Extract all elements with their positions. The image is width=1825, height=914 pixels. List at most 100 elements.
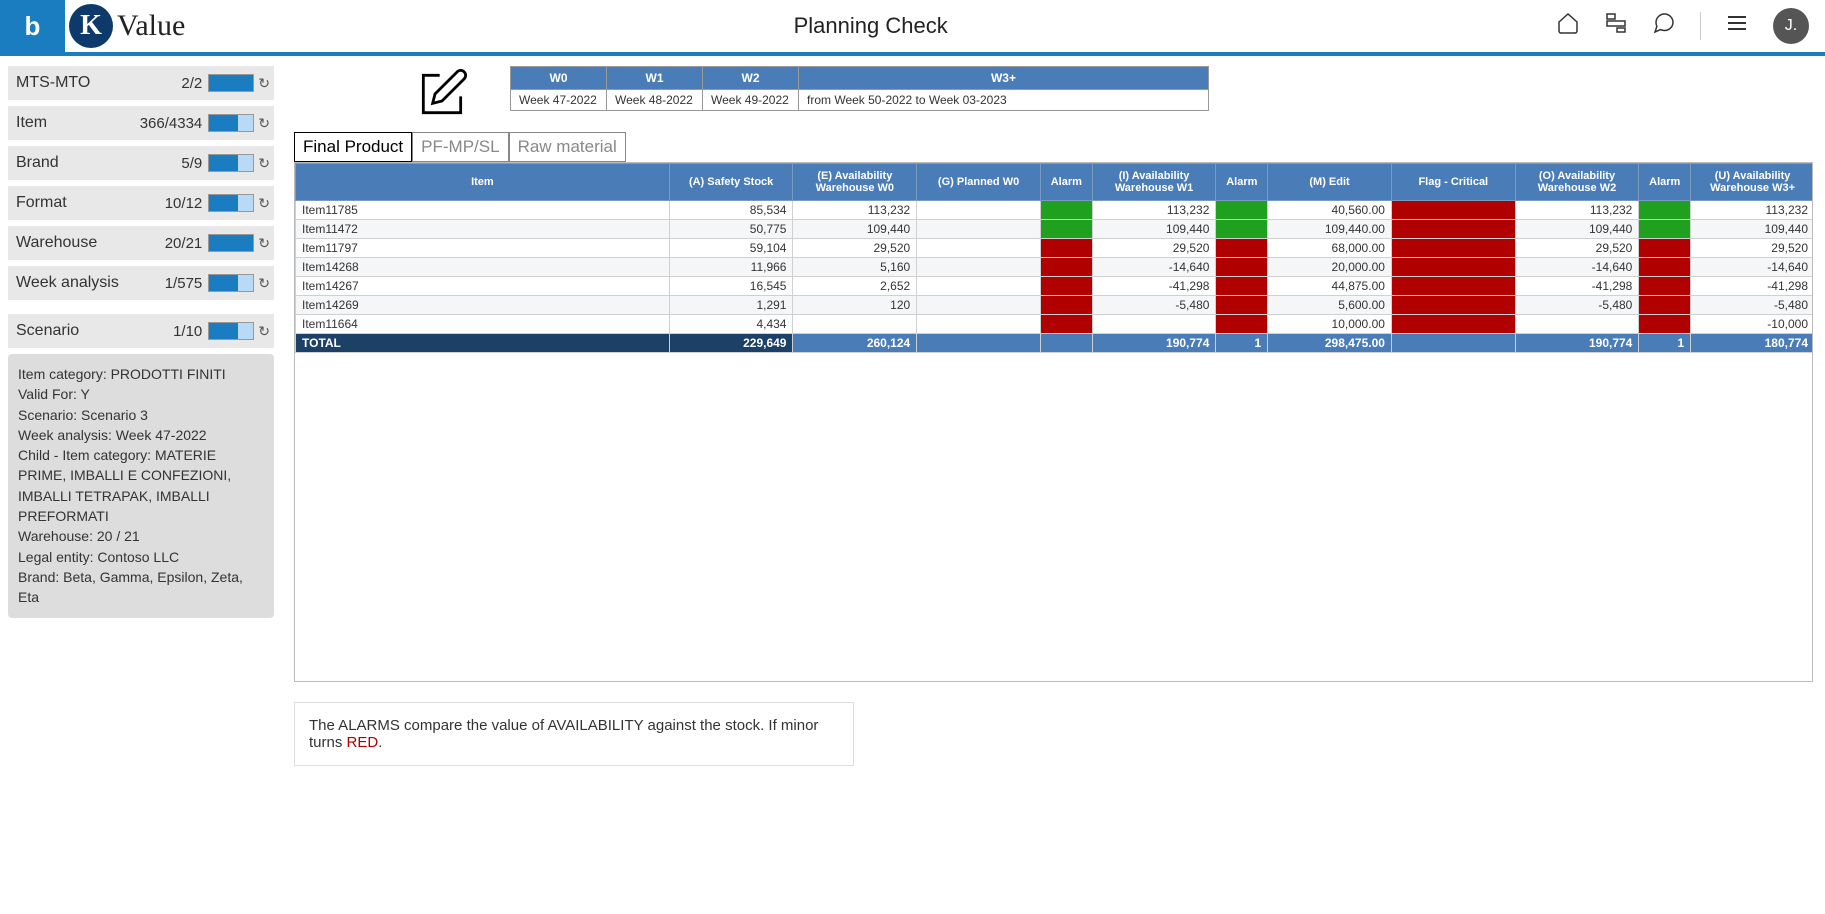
col-header[interactable]: (I) Availability Warehouse W1 (1092, 164, 1216, 201)
info-line: Warehouse: 20 / 21 (18, 526, 264, 546)
cell: 29,520 (1691, 239, 1813, 258)
cell: -14,640 (1515, 258, 1639, 277)
cell: -14,640 (1691, 258, 1813, 277)
filter-bar (208, 74, 254, 92)
cell (917, 277, 1041, 296)
cell (917, 296, 1041, 315)
alarm-cell (1639, 296, 1691, 315)
col-header[interactable]: (E) Availability Warehouse W0 (793, 164, 917, 201)
table-row[interactable]: Item1426811,9665,160-14,64020,000.00-14,… (296, 258, 1814, 277)
table-row[interactable]: Item1178585,534113,232113,23240,560.0011… (296, 201, 1814, 220)
tabs: Final ProductPF-MP/SLRaw material (294, 132, 1813, 162)
filter-value: 5/9 (59, 155, 209, 172)
cell: 190,774 (1515, 334, 1639, 353)
cell (1515, 315, 1639, 334)
footer-note: The ALARMS compare the value of AVAILABI… (294, 702, 854, 766)
filter-mts-mto[interactable]: MTS-MTO2/2↻ (8, 66, 274, 100)
week-value: Week 49-2022 (703, 90, 799, 111)
filter-warehouse[interactable]: Warehouse20/21↻ (8, 226, 274, 260)
chat-icon[interactable] (1652, 11, 1676, 41)
filter-brand[interactable]: Brand5/9↻ (8, 146, 274, 180)
refresh-icon[interactable]: ↻ (258, 275, 270, 292)
cell: 109,440 (793, 220, 917, 239)
col-header[interactable]: Alarm (1216, 164, 1268, 201)
filter-week analysis[interactable]: Week analysis1/575↻ (8, 266, 274, 300)
filter-value: 20/21 (97, 235, 208, 252)
col-header[interactable]: Flag - Critical (1391, 164, 1515, 201)
cell (917, 220, 1041, 239)
cell (917, 258, 1041, 277)
col-header[interactable]: Alarm (1639, 164, 1691, 201)
cell[interactable]: 44,875.00 (1268, 277, 1392, 296)
col-header[interactable]: (O) Availability Warehouse W2 (1515, 164, 1639, 201)
week-table: W0W1W2W3+ Week 47-2022Week 48-2022Week 4… (510, 66, 1209, 111)
cell: -41,298 (1092, 277, 1216, 296)
filter-value: 10/12 (67, 195, 209, 212)
cell[interactable]: 5,600.00 (1268, 296, 1392, 315)
filter-format[interactable]: Format10/12↻ (8, 186, 274, 220)
refresh-icon[interactable]: ↻ (258, 195, 270, 212)
brand-k-icon: K (69, 4, 113, 48)
cell: -41,298 (1691, 277, 1813, 296)
cell-item: Item14269 (296, 296, 670, 315)
filter-value: 1/10 (79, 323, 208, 340)
cell: 1 (1639, 334, 1691, 353)
cell: 85,534 (669, 201, 793, 220)
col-header[interactable]: Item (296, 164, 670, 201)
col-header[interactable]: (A) Safety Stock (669, 164, 793, 201)
tab-raw-material[interactable]: Raw material (509, 132, 626, 162)
alarm-cell (1040, 220, 1092, 239)
cell[interactable]: 10,000.00 (1268, 315, 1392, 334)
flag-cell (1391, 201, 1515, 220)
refresh-icon[interactable]: ↻ (258, 155, 270, 172)
cell: 113,232 (1092, 201, 1216, 220)
refresh-icon[interactable]: ↻ (258, 75, 270, 92)
brand: K Value (65, 4, 185, 48)
table-row[interactable]: Item116644,43410,000.00-10,000 (296, 315, 1814, 334)
cell-item: Item11785 (296, 201, 670, 220)
alarm-cell (1639, 239, 1691, 258)
week-value: Week 47-2022 (511, 90, 607, 111)
col-header[interactable]: (U) Availability Warehouse W3+ (1691, 164, 1813, 201)
cell[interactable]: 68,000.00 (1268, 239, 1392, 258)
alarm-cell (1639, 315, 1691, 334)
edit-icon[interactable] (414, 66, 470, 122)
filter-value: 2/2 (90, 75, 208, 92)
filter-scenario[interactable]: Scenario1/10↻ (8, 314, 274, 348)
layout-icon[interactable] (1604, 11, 1628, 41)
refresh-icon[interactable]: ↻ (258, 115, 270, 132)
filter-bar (208, 274, 254, 292)
table-row[interactable]: Item1179759,10429,52029,52068,000.0029,5… (296, 239, 1814, 258)
avatar[interactable]: J. (1773, 8, 1809, 44)
cell: 113,232 (1691, 201, 1813, 220)
alarm-cell (1040, 277, 1092, 296)
cell-item: TOTAL (296, 334, 670, 353)
sidebar: MTS-MTO2/2↻Item366/4334↻Brand5/9↻Format1… (0, 56, 282, 910)
cell[interactable]: 109,440.00 (1268, 220, 1392, 239)
tab-final-product[interactable]: Final Product (294, 132, 412, 162)
week-header: W2 (703, 67, 799, 90)
refresh-icon[interactable]: ↻ (258, 323, 270, 340)
cell[interactable]: 40,560.00 (1268, 201, 1392, 220)
refresh-icon[interactable]: ↻ (258, 235, 270, 252)
home-icon[interactable] (1556, 11, 1580, 41)
table-row[interactable]: Item1426716,5452,652-41,29844,875.00-41,… (296, 277, 1814, 296)
col-header[interactable]: (M) Edit (1268, 164, 1392, 201)
col-header[interactable]: Alarm (1040, 164, 1092, 201)
flag-cell (1391, 220, 1515, 239)
week-value: from Week 50-2022 to Week 03-2023 (799, 90, 1209, 111)
cell: -14,640 (1092, 258, 1216, 277)
info-line: Week analysis: Week 47-2022 (18, 425, 264, 445)
cell (917, 201, 1041, 220)
table-row[interactable]: Item142691,291120-5,4805,600.00-5,480-5,… (296, 296, 1814, 315)
table-row[interactable]: Item1147250,775109,440109,440109,440.001… (296, 220, 1814, 239)
alarm-cell (1216, 239, 1268, 258)
info-line: Item category: PRODOTTI FINITI (18, 364, 264, 384)
menu-icon[interactable] (1725, 11, 1749, 41)
col-header[interactable]: (G) Planned W0 (917, 164, 1041, 201)
data-grid[interactable]: Item(A) Safety Stock(E) Availability War… (294, 162, 1813, 682)
cell[interactable]: 20,000.00 (1268, 258, 1392, 277)
cell: 109,440 (1092, 220, 1216, 239)
tab-pf-mp-sl[interactable]: PF-MP/SL (412, 132, 508, 162)
filter-item[interactable]: Item366/4334↻ (8, 106, 274, 140)
